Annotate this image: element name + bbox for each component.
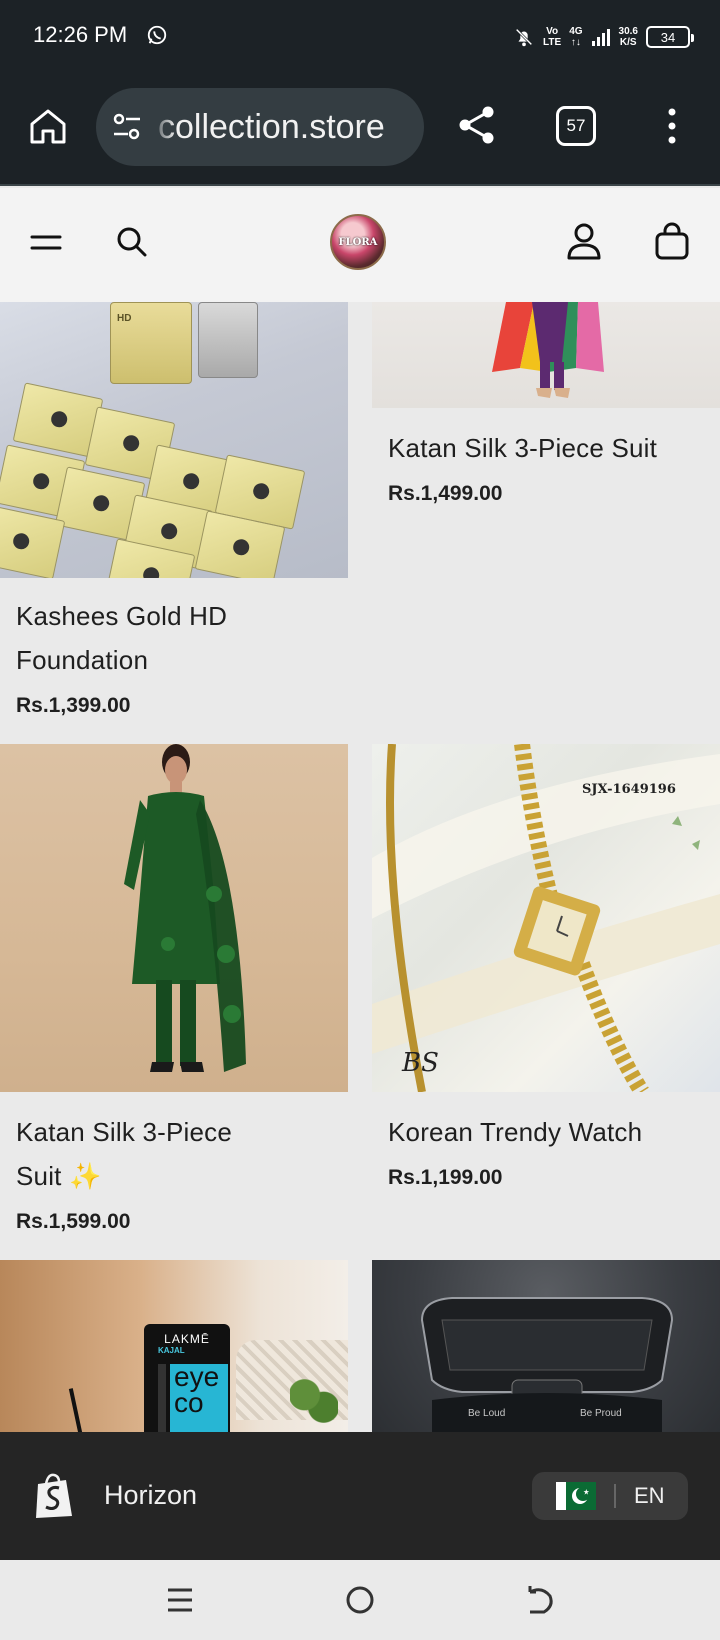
product-name[interactable]: Katan Silk 3-Piece Suit ✨ [16, 1110, 336, 1198]
earbuds-case-image [420, 1297, 674, 1432]
share-icon[interactable] [456, 104, 498, 146]
status-bar: 12:26 PM Vo LTE 4G ↑↓ 30.6 K/S 34 [0, 0, 720, 72]
signal-icon [591, 29, 610, 46]
product-name[interactable]: Kashees Gold HD Foundation [16, 594, 336, 682]
language-selector[interactable]: EN [532, 1472, 688, 1520]
product-card[interactable]: SJX-1649196 BS Korean Trendy Watch Rs.1,… [372, 744, 720, 1224]
search-icon[interactable] [114, 224, 150, 260]
network-speed: 30.6 K/S [618, 26, 638, 48]
shopify-bag-icon [36, 1473, 72, 1518]
watch-watermark: BS [402, 1048, 439, 1078]
language-code: EN [634, 1483, 665, 1508]
product-image[interactable]: LAKMĒ KAJAL eye co [0, 1260, 348, 1432]
back-icon[interactable] [522, 1582, 558, 1618]
product-price: Rs.1,399.00 [16, 694, 131, 717]
mute-bell-icon [515, 28, 533, 47]
product-image[interactable]: SJX-1649196 BS [372, 744, 720, 1092]
battery-icon: 34 [646, 26, 694, 48]
status-indicators: Vo LTE 4G ↑↓ 30.6 K/S 34 [513, 22, 694, 52]
language-divider [614, 1484, 616, 1508]
network-type-indicator: 4G ↑↓ [569, 26, 583, 48]
watch-code-text: SJX-1649196 [582, 782, 676, 797]
foundation-box: HD [110, 302, 192, 384]
status-time: 12:26 PM [33, 22, 128, 47]
store-header: FLORA [0, 188, 720, 302]
system-nav-bar [0, 1560, 720, 1640]
product-name[interactable]: Korean Trendy Watch [388, 1110, 718, 1154]
more-menu-icon[interactable] [660, 106, 684, 146]
product-grid: HD Kashees Gold HD Foundation Rs.1,399.0… [0, 302, 720, 1432]
colorful-suit-image [492, 302, 604, 398]
tab-switcher-button[interactable]: 57 [556, 106, 596, 146]
store-logo[interactable]: FLORA [330, 214, 386, 270]
volte-indicator: Vo LTE [543, 26, 562, 48]
product-image[interactable]: HD [0, 302, 348, 578]
home-icon[interactable] [26, 104, 70, 148]
product-price: Rs.1,499.00 [388, 482, 503, 505]
product-card[interactable]: HD Kashees Gold HD Foundation Rs.1,399.0… [0, 302, 348, 717]
product-price: Rs.1,599.00 [16, 1210, 131, 1233]
account-icon[interactable] [566, 222, 602, 260]
foundation-bottle [198, 302, 258, 378]
product-card[interactable]: LAKMĒ KAJAL eye co [0, 1260, 348, 1432]
green-suit-image [124, 744, 246, 1072]
footer-store-name: Horizon [104, 1480, 198, 1510]
plant-leaves [290, 1370, 338, 1432]
battery-level: 34 [660, 29, 676, 45]
url-fade [150, 88, 176, 166]
product-image[interactable] [0, 744, 348, 1092]
product-card[interactable]: Katan Silk 3-Piece Suit Rs.1,499.00 [372, 302, 720, 712]
product-card[interactable]: Be Loud Be Proud [372, 1260, 720, 1432]
whatsapp-icon [147, 25, 167, 45]
home-circle-icon[interactable] [342, 1582, 378, 1618]
tab-count: 57 [566, 116, 586, 135]
cart-bag-icon[interactable] [654, 222, 690, 260]
site-settings-icon[interactable] [110, 110, 144, 144]
kajal-pack: LAKMĒ KAJAL eye co [144, 1324, 230, 1432]
product-price: Rs.1,199.00 [388, 1166, 503, 1189]
kajal-pencil [68, 1388, 84, 1432]
store-footer-bar: Horizon EN [0, 1432, 720, 1560]
earbuds-text-left: Be Loud [468, 1408, 506, 1419]
browser-toolbar: collection.store 57 [0, 72, 720, 186]
product-name[interactable]: Katan Silk 3-Piece Suit [388, 426, 718, 470]
product-image[interactable] [372, 302, 720, 408]
address-bar[interactable]: collection.store [96, 88, 424, 166]
pakistan-flag-icon [556, 1482, 596, 1510]
url-text: collection.store [158, 108, 385, 146]
product-image[interactable]: Be Loud Be Proud [372, 1260, 720, 1432]
recent-apps-icon[interactable] [162, 1582, 198, 1618]
menu-icon[interactable] [30, 228, 62, 256]
product-card[interactable]: Katan Silk 3-Piece Suit ✨ Rs.1,599.00 [0, 744, 348, 1233]
logo-text: FLORA [338, 236, 378, 248]
earbuds-text-right: Be Proud [580, 1408, 622, 1419]
